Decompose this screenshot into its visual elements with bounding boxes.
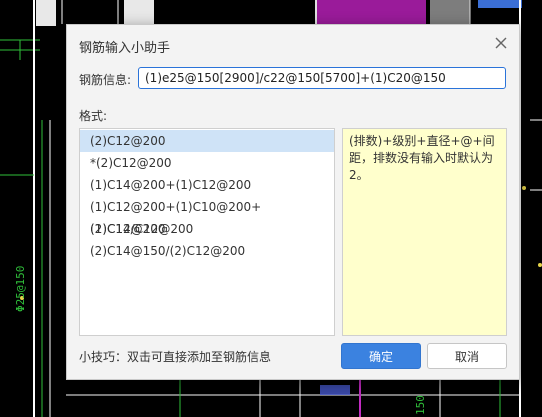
format-list[interactable]: (2)C12@200 *(2)C12@200 (1)C14@200+(1)C12… [79,128,335,336]
format-description: (排数)+级别+直径+@+间距，排数没有输入时默认为2。 [342,128,507,336]
format-label: 格式: [79,109,108,123]
format-item[interactable]: *(2)C12@200 [80,152,334,174]
tip-text: 小技巧：双击可直接添加至钢筋信息 [79,350,272,364]
format-item[interactable]: (1)C14@200+(1)C12@200 [80,174,334,196]
rebar-input-dialog: 钢筋输入小助手 钢筋信息: 格式: (2)C12@200 *(2)C12@200… [66,24,520,380]
ok-button[interactable]: 确定 [341,343,421,369]
rebar-info-input[interactable] [138,67,506,89]
format-item[interactable]: (1)C12@200+(1)C10@200+(1)C12@200 [80,196,334,236]
format-item[interactable]: (2)C12@200 [80,130,334,152]
cancel-button[interactable]: 取消 [427,343,507,369]
cad-rebar-label: Φ25@150 [14,265,27,312]
format-item[interactable]: (2)C14@150/(2)C12@200 [80,240,334,262]
dialog-title: 钢筋输入小助手 [79,41,171,56]
close-icon[interactable] [493,35,509,51]
cad-dimension-label: 150 [414,395,427,415]
rebar-info-label: 钢筋信息: [79,73,132,87]
format-item[interactable]: (2)C14/C12@200 [80,218,334,240]
